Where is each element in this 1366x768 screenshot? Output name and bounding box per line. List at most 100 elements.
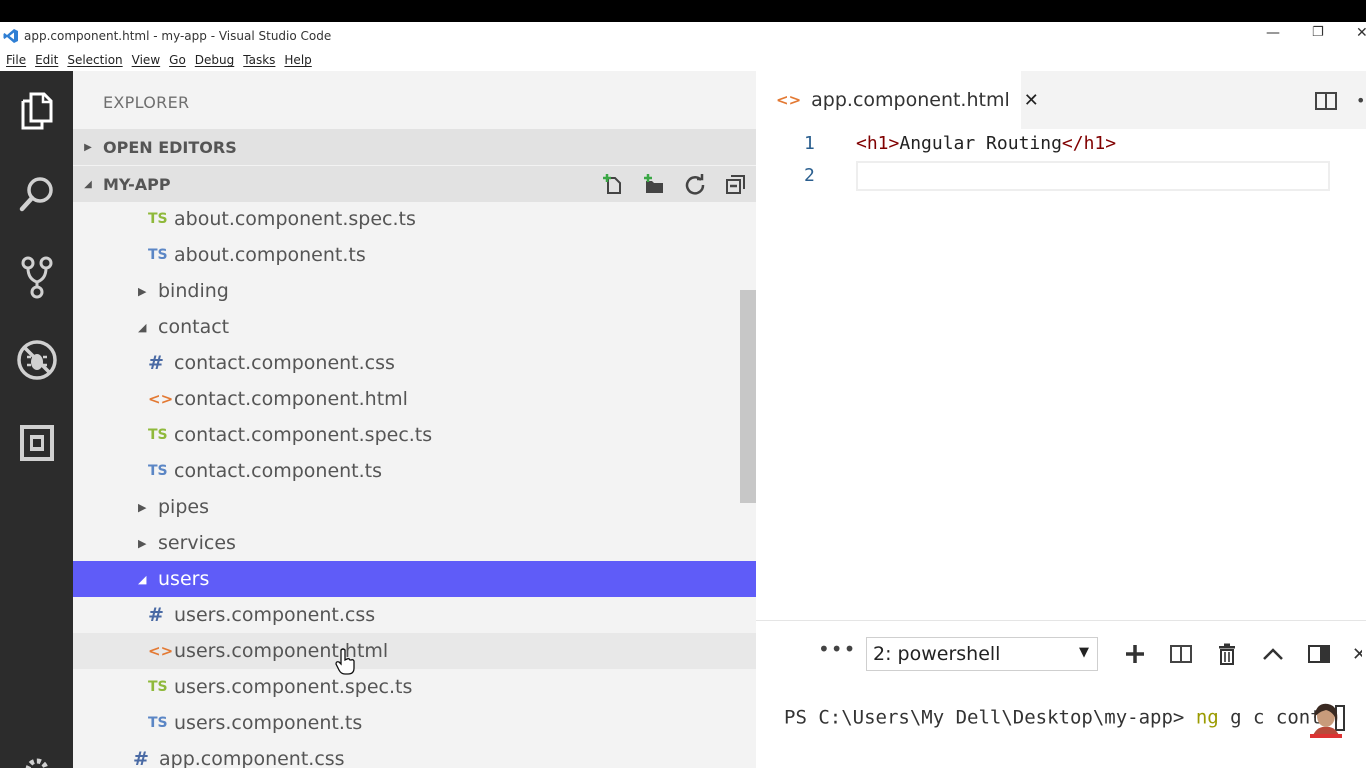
menu-edit[interactable]: Edit [35, 53, 58, 67]
chevron-down-icon: ◢ [84, 178, 92, 190]
menu-tasks[interactable]: Tasks [243, 53, 275, 67]
tree-folder-selected[interactable]: ◢ users [73, 561, 756, 597]
current-line-highlight [856, 161, 1330, 191]
tree-item-label: contact.component.ts [174, 460, 383, 482]
menu-help[interactable]: Help [284, 53, 311, 67]
close-window-button[interactable]: ✕ [1356, 25, 1366, 41]
typescript-icon: TS [148, 715, 168, 731]
new-folder-icon [644, 174, 663, 193]
tree-item[interactable]: TS contact.component.ts [73, 453, 756, 489]
terminal-panel: ••• 2: powershell ▼ ✕ PS C:\Users\My Del… [756, 620, 1366, 768]
tree-item-label: app.component.css [159, 748, 345, 768]
tree-folder[interactable]: ▶ services [73, 525, 756, 561]
menu-selection[interactable]: Selection [67, 53, 122, 67]
no-bug-icon [17, 340, 57, 380]
git-branch-icon [21, 256, 53, 299]
vscode-logo-icon [3, 28, 18, 43]
trash-icon [1219, 643, 1235, 665]
menu-file[interactable]: File [6, 53, 26, 67]
terminal-select[interactable]: 2: powershell ▼ [866, 637, 1098, 671]
extensions-activity-button[interactable] [14, 420, 60, 466]
refresh-icon [685, 174, 705, 195]
tree-item-hovered[interactable]: <> users.component.html [73, 633, 756, 669]
vscode-window: app.component.html - my-app - Visual Stu… [0, 0, 1366, 768]
typescript-spec-icon: TS [148, 679, 168, 695]
new-folder-button[interactable] [642, 172, 666, 196]
project-actions [584, 172, 748, 196]
kill-terminal-button[interactable] [1214, 641, 1240, 667]
chevron-up-icon [1263, 648, 1283, 660]
sidebar-scrollbar-thumb[interactable] [740, 290, 756, 503]
restore-button[interactable]: ❐ [1312, 25, 1324, 40]
tree-item[interactable]: TS users.component.spec.ts [73, 669, 756, 705]
tree-item[interactable]: <> contact.component.html [73, 381, 756, 417]
tree-item[interactable]: # users.component.css [73, 597, 756, 633]
chevron-down-icon: ▼ [1079, 645, 1089, 660]
split-terminal-button[interactable] [1168, 641, 1194, 667]
tree-item[interactable]: TS users.component.ts [73, 705, 756, 741]
files-icon [21, 92, 53, 130]
search-activity-button[interactable] [14, 171, 60, 217]
tree-folder[interactable]: ▶ pipes [73, 489, 756, 525]
collapse-all-button[interactable] [724, 172, 748, 196]
split-editor-button[interactable] [1314, 89, 1338, 113]
css-hash-icon: # [133, 748, 149, 768]
screen-top-strip [0, 0, 1366, 22]
new-file-button[interactable] [601, 172, 625, 196]
settings-activity-button[interactable] [14, 747, 60, 768]
tree-folder[interactable]: ◢ contact [73, 309, 756, 345]
css-hash-icon: # [148, 604, 164, 626]
maximize-panel-button[interactable] [1260, 641, 1286, 667]
more-actions-icon[interactable]: ••• [1356, 89, 1366, 113]
tree-item[interactable]: TS about.component.spec.ts [73, 201, 756, 237]
tab-close-button[interactable]: ✕ [1024, 90, 1039, 111]
menu-go[interactable]: Go [169, 53, 186, 67]
chevron-down-icon: ◢ [138, 572, 147, 586]
tab-label: app.component.html [811, 89, 1010, 111]
debug-activity-button[interactable] [14, 337, 60, 383]
tree-item[interactable]: # contact.component.css [73, 345, 756, 381]
tab-app-component-html[interactable]: <> app.component.html ✕ [756, 71, 1039, 129]
tree-item-label: binding [158, 280, 229, 302]
panel-actions: ✕ [1122, 641, 1366, 667]
window-title: app.component.html - my-app - Visual Stu… [24, 28, 332, 43]
toggle-panel-position-button[interactable] [1306, 641, 1332, 667]
menu-view[interactable]: View [132, 53, 160, 67]
panel-more-button[interactable]: ••• [818, 637, 856, 661]
project-header[interactable]: ◢ MY-APP [73, 166, 756, 202]
css-hash-icon: # [148, 352, 164, 374]
tree-item-label: about.component.ts [174, 244, 366, 266]
activity-bar [0, 71, 73, 768]
tree-item[interactable]: TS contact.component.spec.ts [73, 417, 756, 453]
refresh-button[interactable] [683, 172, 707, 196]
typescript-icon: TS [148, 463, 168, 479]
tree-folder[interactable]: ▶ binding [73, 273, 756, 309]
plus-icon [1126, 645, 1144, 663]
menu-debug[interactable]: Debug [195, 53, 234, 67]
chevron-right-icon: ▶ [138, 284, 147, 298]
close-panel-button[interactable]: ✕ [1352, 641, 1362, 667]
new-terminal-button[interactable] [1122, 641, 1148, 667]
tree-item[interactable]: TS about.component.ts [73, 237, 756, 273]
terminal-command: ng [1195, 706, 1219, 729]
tree-item-label: services [158, 532, 236, 554]
explorer-activity-button[interactable] [14, 88, 60, 134]
close-icon: ✕ [1352, 643, 1362, 665]
project-label: MY-APP [103, 174, 171, 194]
open-tag: <h1> [856, 133, 900, 154]
new-file-icon [603, 174, 621, 194]
tree-item[interactable]: # app.component.css [73, 741, 756, 768]
typescript-spec-icon: TS [148, 211, 168, 227]
tree-item-label: pipes [158, 496, 209, 518]
minimize-button[interactable]: — [1266, 25, 1280, 41]
source-control-activity-button[interactable] [14, 254, 60, 300]
tree-item-label: contact.component.html [174, 388, 408, 410]
terminal-output[interactable]: PS C:\Users\My Dell\Desktop\my-app> ng g… [784, 705, 1346, 731]
open-editors-header[interactable]: ▶ OPEN EDITORS [73, 129, 756, 165]
extensions-icon [20, 425, 54, 461]
tree-item-label: contact.component.spec.ts [174, 424, 433, 446]
typescript-spec-icon: TS [148, 427, 168, 443]
title-bar: app.component.html - my-app - Visual Stu… [0, 22, 1366, 49]
menu-bar: File Edit Selection View Go Debug Tasks … [0, 49, 1366, 71]
terminal-select-value: 2: powershell [873, 643, 1001, 665]
